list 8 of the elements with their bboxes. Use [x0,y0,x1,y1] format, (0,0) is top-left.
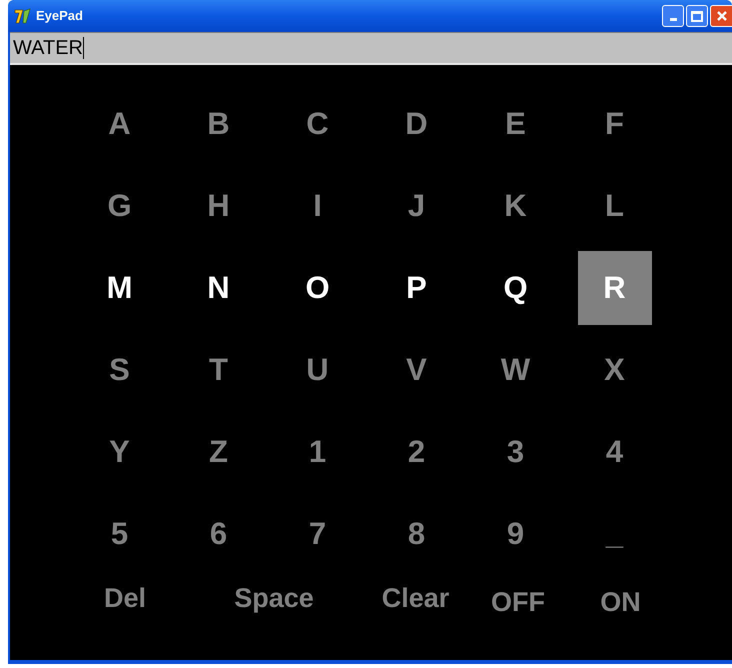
close-button[interactable] [710,5,732,27]
text-field[interactable]: WATER [10,32,732,65]
close-icon [716,10,728,22]
maximize-button[interactable] [686,5,708,27]
app-logo-icon [14,7,32,25]
minimize-button[interactable] [662,5,684,27]
window-title: EyePad [36,7,83,26]
key-button[interactable]: R [578,251,652,325]
